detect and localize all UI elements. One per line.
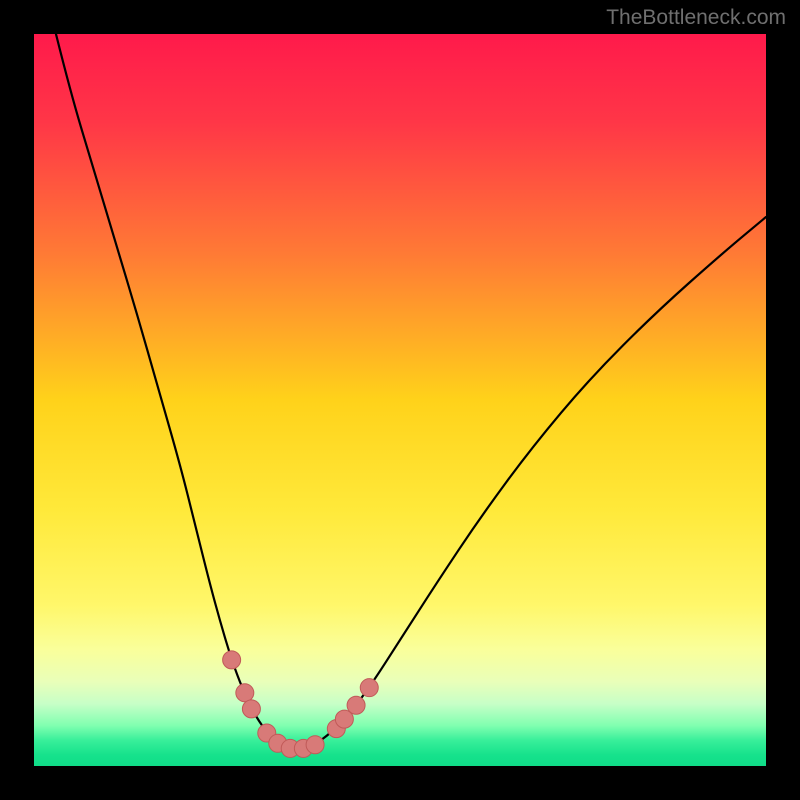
curve-marker [236,684,254,702]
curve-marker [242,700,260,718]
chart-svg [34,34,766,766]
gradient-background [34,34,766,766]
curve-marker [360,679,378,697]
curve-marker [223,651,241,669]
plot-area [34,34,766,766]
outer-frame: TheBottleneck.com [0,0,800,800]
attribution-text: TheBottleneck.com [606,6,786,30]
curve-marker [347,696,365,714]
curve-marker [306,736,324,754]
